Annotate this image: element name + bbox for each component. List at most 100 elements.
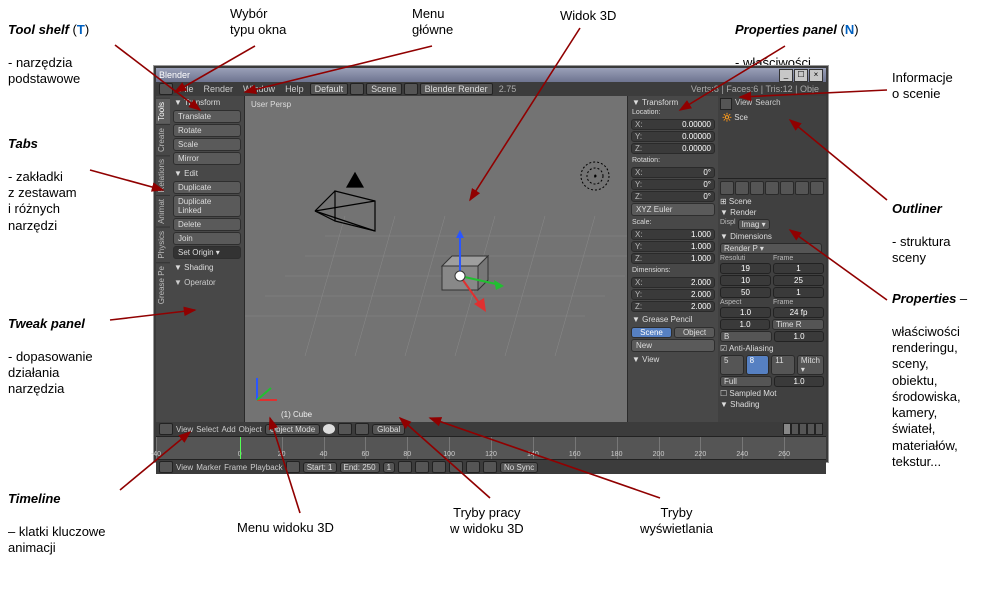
prev-key-icon[interactable]	[415, 461, 429, 473]
aspect-x[interactable]: 1.0	[720, 307, 771, 318]
manipulator-icon[interactable]	[355, 423, 369, 435]
context-object-icon[interactable]	[780, 181, 794, 195]
tab-create[interactable]: Create	[156, 124, 170, 155]
gp-scene[interactable]: Scene	[631, 327, 672, 338]
context-modifiers-icon[interactable]	[810, 181, 824, 195]
outliner-editor-icon[interactable]	[720, 98, 732, 110]
aa-11[interactable]: 11	[771, 355, 795, 375]
context-scene-icon[interactable]	[750, 181, 764, 195]
render-preset[interactable]: Render P ▾	[720, 243, 822, 254]
scl-x[interactable]: X:1.000	[631, 229, 715, 240]
outliner-scene-item[interactable]: 🔆 Sce	[720, 112, 824, 123]
outliner-view[interactable]: View	[735, 98, 752, 110]
operator-panel[interactable]: ▼ Operator	[170, 274, 244, 291]
scl-y[interactable]: Y:1.000	[631, 241, 715, 252]
tab-tools[interactable]: Tools	[156, 98, 170, 124]
gp-new[interactable]: New	[631, 339, 715, 352]
context-constraints-icon[interactable]	[795, 181, 809, 195]
record-icon[interactable]	[286, 461, 300, 473]
menu-file[interactable]: File	[175, 84, 198, 94]
full-sample[interactable]: Full	[720, 376, 772, 387]
join-button[interactable]: Join	[173, 232, 241, 245]
context-layers-icon[interactable]	[735, 181, 749, 195]
maximize-button[interactable]: ☐	[794, 69, 808, 82]
frame-step[interactable]: 1	[773, 287, 824, 298]
tab-relations[interactable]: Relations	[156, 155, 170, 195]
scene-selector[interactable]: Scene	[366, 83, 402, 95]
n-transform-header[interactable]: ▼ Transform	[628, 96, 718, 109]
menu-help[interactable]: Help	[281, 84, 308, 94]
pivot-icon[interactable]	[338, 423, 352, 435]
res-x[interactable]: 19	[720, 263, 771, 274]
aa-filter[interactable]: Mitch ▾	[797, 355, 824, 375]
shading-header[interactable]: ▼ Shading	[170, 261, 244, 274]
aa-5[interactable]: 5	[720, 355, 744, 375]
shading-solid-icon[interactable]	[323, 424, 335, 434]
menu-window[interactable]: Window	[239, 84, 279, 94]
sampled-motion-header[interactable]: ☐ Sampled Mot	[720, 389, 824, 398]
th-view[interactable]: View	[176, 463, 193, 472]
outliner-search[interactable]: Search	[755, 98, 780, 110]
res-y[interactable]: 10	[720, 275, 771, 286]
crop[interactable]: 1.0	[774, 331, 824, 342]
scene-add-icon[interactable]	[404, 83, 418, 95]
transform-header[interactable]: ▼ Transform	[170, 96, 244, 109]
aa-panel-header[interactable]: ☑ Anti-Aliasing	[720, 344, 824, 353]
viewport-3d[interactable]: User Persp	[245, 96, 628, 422]
layout-add-icon[interactable]	[350, 83, 364, 95]
menu-render[interactable]: Render	[200, 84, 238, 94]
sync-mode[interactable]: No Sync	[500, 462, 538, 473]
duplicate-linked-button[interactable]: Duplicate Linked	[173, 195, 241, 217]
tab-animation[interactable]: Animat	[156, 195, 170, 227]
border-toggle[interactable]: B	[720, 331, 772, 342]
th-playback[interactable]: Playback	[250, 463, 282, 472]
end-frame[interactable]: End: 250	[340, 462, 380, 473]
gp-object[interactable]: Object	[674, 327, 715, 338]
grease-header[interactable]: ▼ Grease Pencil	[628, 313, 718, 326]
view3d-editor-icon[interactable]	[159, 423, 173, 435]
layout-selector[interactable]: Default	[310, 83, 349, 95]
vh-select[interactable]: Select	[196, 425, 218, 434]
vh-add[interactable]: Add	[221, 425, 235, 434]
edit-header[interactable]: ▼ Edit	[170, 167, 244, 180]
th-marker[interactable]: Marker	[196, 463, 221, 472]
set-origin-button[interactable]: Set Origin ▾	[173, 246, 241, 259]
next-key-icon[interactable]	[466, 461, 480, 473]
fps[interactable]: 24 fp	[773, 307, 824, 318]
layers-widget[interactable]	[783, 423, 823, 435]
start-frame[interactable]: Start: 1	[303, 462, 337, 473]
duplicate-button[interactable]: Duplicate	[173, 181, 241, 194]
res-pct[interactable]: 50	[720, 287, 771, 298]
timeline-editor-icon[interactable]	[159, 461, 173, 473]
display-mode[interactable]: Imag ▾	[738, 219, 770, 230]
th-frame[interactable]: Frame	[224, 463, 247, 472]
engine-selector[interactable]: Blender Render	[420, 83, 493, 95]
loc-x[interactable]: X:0.00000	[631, 119, 715, 130]
mode-selector[interactable]: Object Mode	[265, 424, 320, 435]
context-render-icon[interactable]	[720, 181, 734, 195]
render-panel-header[interactable]: ▼ Render	[720, 208, 824, 217]
view-header[interactable]: ▼ View	[628, 353, 718, 366]
frame-end[interactable]: 25	[773, 275, 824, 286]
aspect-y[interactable]: 1.0	[720, 319, 770, 330]
play-rev-icon[interactable]	[432, 461, 446, 473]
dim-y[interactable]: Y:2.000	[631, 289, 715, 300]
jump-end-icon[interactable]	[483, 461, 497, 473]
timeline-ruler[interactable]: -40020406080100120140160180200220240260	[156, 436, 826, 460]
translate-button[interactable]: Translate	[173, 110, 241, 123]
vh-object[interactable]: Object	[239, 425, 262, 434]
play-icon[interactable]	[449, 461, 463, 473]
dimensions-panel-header[interactable]: ▼ Dimensions	[720, 232, 824, 241]
rot-x[interactable]: X:0°	[631, 167, 715, 178]
time-remap[interactable]: Time R	[772, 319, 824, 330]
orientation-selector[interactable]: Global	[372, 424, 405, 435]
context-world-icon[interactable]	[765, 181, 779, 195]
delete-button[interactable]: Delete	[173, 218, 241, 231]
dim-z[interactable]: Z:2.000	[631, 301, 715, 312]
minimize-button[interactable]: _	[779, 69, 793, 82]
scale-button[interactable]: Scale	[173, 138, 241, 151]
vh-view[interactable]: View	[176, 425, 193, 434]
jump-start-icon[interactable]	[398, 461, 412, 473]
aa-8[interactable]: 8	[746, 355, 770, 375]
frame-start[interactable]: 1	[773, 263, 824, 274]
